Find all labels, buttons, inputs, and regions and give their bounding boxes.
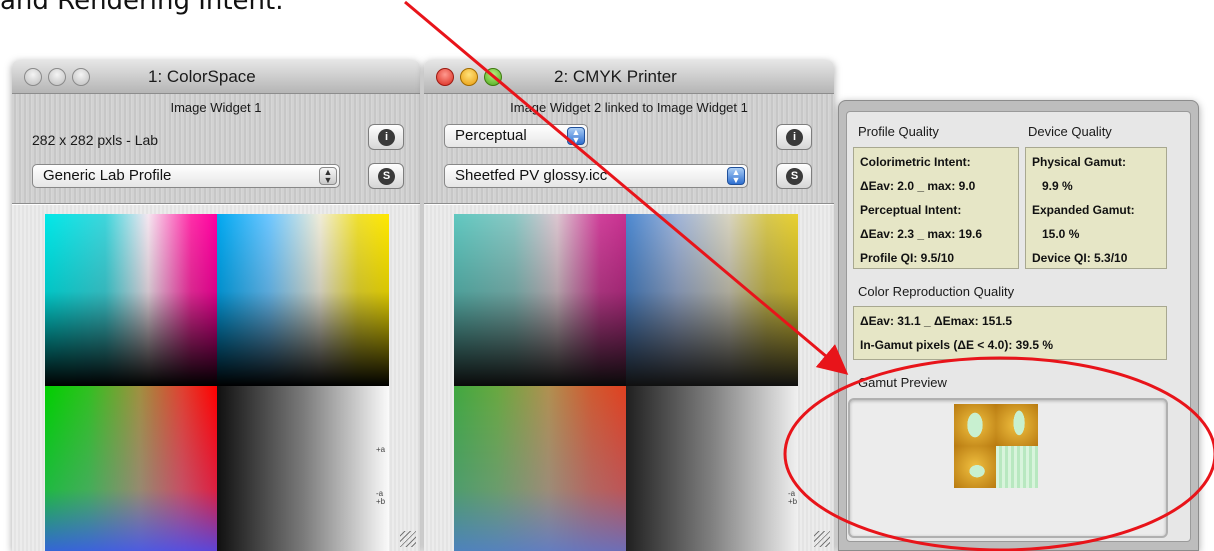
minimize-button[interactable] bbox=[460, 68, 478, 86]
profile-quality-heading: Profile Quality bbox=[858, 124, 939, 139]
expanded-gamut-label: Expanded Gamut: bbox=[1032, 203, 1135, 217]
physical-gamut-value: 9.9 % bbox=[1042, 179, 1073, 193]
s-button[interactable]: S bbox=[776, 163, 812, 189]
zoom-button[interactable] bbox=[72, 68, 90, 86]
colorspace-window: 1: ColorSpace Image Widget 1 282 x 282 p… bbox=[12, 60, 420, 551]
image-quadrant-bottom-right bbox=[217, 386, 389, 551]
colorimetric-intent-values: ΔEav: 2.0 _ max: 9.0 bbox=[860, 179, 976, 193]
info-button[interactable]: i bbox=[368, 124, 404, 150]
colorimetric-intent-label: Colorimetric Intent: bbox=[860, 155, 971, 169]
popup-arrows-icon: ▲ ▼ bbox=[727, 167, 745, 185]
image-quadrant-top-right bbox=[217, 214, 389, 386]
popup-arrows-icon: ▲ ▼ bbox=[567, 127, 585, 145]
image-quadrant-bottom-left bbox=[454, 386, 626, 551]
profile-popup-label: Generic Lab Profile bbox=[43, 167, 172, 184]
zoom-button[interactable] bbox=[484, 68, 502, 86]
axis-tick-minus-a-plus-b: -a +b bbox=[376, 489, 386, 506]
gamut-preview-tile bbox=[996, 446, 1038, 488]
info-button[interactable]: i bbox=[776, 124, 812, 150]
color-reproduction-heading: Color Reproduction Quality bbox=[858, 284, 1015, 299]
resize-grip-icon[interactable] bbox=[400, 531, 416, 547]
image-quadrant-top-left bbox=[454, 214, 626, 386]
physical-gamut-label: Physical Gamut: bbox=[1032, 155, 1127, 169]
widget-subtitle: Image Widget 1 bbox=[170, 100, 262, 115]
info-icon: i bbox=[786, 129, 803, 146]
intent-popup-label: Perceptual bbox=[455, 127, 527, 144]
image-quadrant-top-right bbox=[626, 214, 798, 386]
image-quadrant-bottom-right bbox=[626, 386, 798, 551]
axis-tick-minus-a-plus-b: -a +b bbox=[788, 489, 798, 506]
printer-profile-label: Sheetfed PV glossy.icc bbox=[455, 167, 608, 184]
close-button[interactable] bbox=[24, 68, 42, 86]
window-title: 1: ColorSpace bbox=[148, 67, 256, 86]
widget-toolbar: Image Widget 1 282 x 282 pxls - Lab i Ge… bbox=[12, 94, 420, 204]
device-quality-heading: Device Quality bbox=[1028, 124, 1112, 139]
close-button[interactable] bbox=[436, 68, 454, 86]
gamut-preview-tile bbox=[954, 404, 996, 446]
cmyk-printer-window: 2: CMYK Printer Image Widget 2 linked to… bbox=[424, 60, 834, 551]
image-quadrant-bottom-left bbox=[45, 386, 217, 551]
window-title: 2: CMYK Printer bbox=[554, 67, 677, 86]
title-bar[interactable]: 2: CMYK Printer bbox=[424, 60, 834, 94]
perceptual-intent-values: ΔEav: 2.3 _ max: 19.6 bbox=[860, 227, 983, 241]
s-icon: S bbox=[786, 168, 803, 185]
expanded-gamut-value: 15.0 % bbox=[1042, 227, 1080, 241]
widget-toolbar: Image Widget 2 linked to Image Widget 1 … bbox=[424, 94, 834, 204]
resize-grip-icon[interactable] bbox=[814, 531, 830, 547]
title-bar[interactable]: 1: ColorSpace bbox=[12, 60, 420, 94]
axis-tick-plus-a: +a bbox=[376, 445, 386, 454]
printer-profile-popup[interactable]: Sheetfed PV glossy.icc ▲ ▼ bbox=[444, 164, 748, 188]
image-info-text: 282 x 282 pxls - Lab bbox=[32, 132, 159, 148]
info-icon: i bbox=[378, 129, 395, 146]
rendering-intent-popup[interactable]: Perceptual ▲ ▼ bbox=[444, 124, 588, 148]
in-gamut-pixels-value: In-Gamut pixels (ΔE < 4.0): 39.5 % bbox=[860, 338, 1054, 352]
caption-text: and Rendering Intent. bbox=[0, 0, 284, 16]
popup-arrows-icon: ▲ ▼ bbox=[319, 167, 337, 185]
image-quadrant-top-left bbox=[45, 214, 217, 386]
profile-popup[interactable]: Generic Lab Profile ▲ ▼ bbox=[32, 164, 340, 188]
repro-delta-e-values: ΔEav: 31.1 _ ΔEmax: 151.5 bbox=[860, 314, 1013, 328]
gamut-preview-heading: Gamut Preview bbox=[858, 375, 947, 390]
window-controls bbox=[436, 68, 502, 86]
gamut-preview-tile bbox=[996, 404, 1038, 446]
widget-subtitle: Image Widget 2 linked to Image Widget 1 bbox=[510, 100, 748, 115]
minimize-button[interactable] bbox=[48, 68, 66, 86]
s-icon: S bbox=[378, 168, 395, 185]
gamut-preview-tile bbox=[954, 446, 996, 488]
device-qi-value: Device QI: 5.3/10 bbox=[1032, 251, 1128, 265]
window-controls bbox=[24, 68, 90, 86]
perceptual-intent-label: Perceptual Intent: bbox=[860, 203, 962, 217]
profile-qi-value: Profile QI: 9.5/10 bbox=[860, 251, 955, 265]
s-button[interactable]: S bbox=[368, 163, 404, 189]
